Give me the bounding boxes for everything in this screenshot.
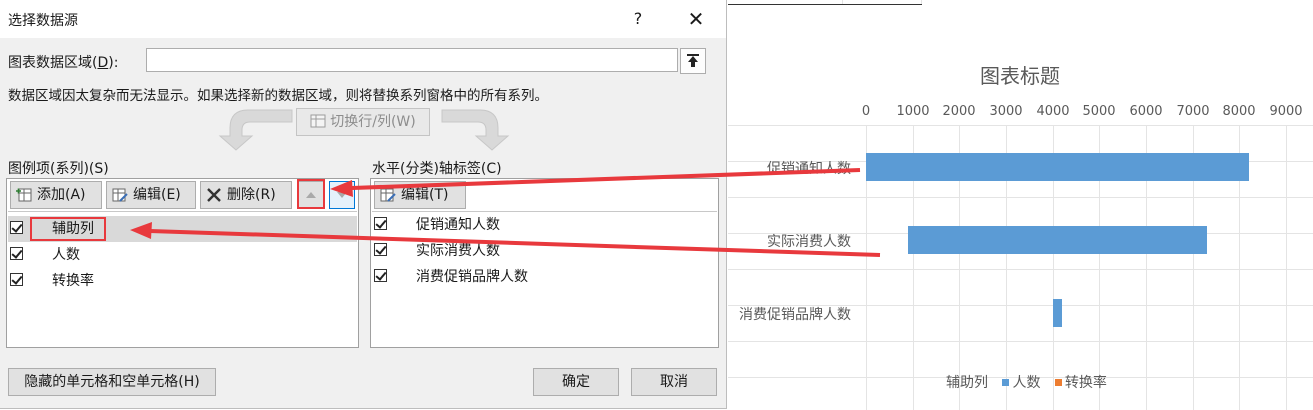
legend-item-helper: 辅助列 bbox=[946, 375, 988, 391]
series-item-checkbox[interactable] bbox=[10, 273, 23, 286]
chart-legend[interactable]: 辅助列 人数 转换率 bbox=[946, 372, 1107, 392]
x-tick-label: 6000 bbox=[1129, 104, 1163, 119]
curved-arrow-left-icon bbox=[218, 109, 293, 151]
edit-series-button[interactable]: 编辑(E) bbox=[106, 181, 196, 209]
edit-series-label: 编辑(E) bbox=[133, 187, 181, 203]
gridline-row bbox=[728, 341, 1313, 342]
x-tick-label: 5000 bbox=[1082, 104, 1116, 119]
axis-item-checkbox[interactable] bbox=[374, 243, 387, 256]
upload-arrow-icon bbox=[687, 54, 699, 67]
curved-arrow-right-icon bbox=[441, 109, 510, 151]
complex-range-warning: 数据区域因太复杂而无法显示。如果选择新的数据区域，则将替换系列窗格中的所有系列。 bbox=[8, 88, 548, 104]
gridline-row bbox=[728, 125, 1313, 126]
delete-x-icon bbox=[207, 188, 221, 202]
axis-item-label[interactable]: 促销通知人数 bbox=[416, 214, 500, 234]
cell-border bbox=[728, 4, 922, 5]
toolbar-divider bbox=[372, 211, 717, 212]
range-label-key: D bbox=[97, 55, 109, 71]
x-tick-label: 0 bbox=[861, 104, 871, 119]
triangle-down-icon bbox=[337, 192, 347, 198]
edit-axis-labels-button[interactable]: 编辑(T) bbox=[374, 181, 466, 209]
gridline-row bbox=[728, 197, 1313, 198]
range-label-suffix: ): bbox=[108, 55, 119, 71]
delete-series-label: 删除(R) bbox=[227, 187, 276, 203]
annotation-box-move-up bbox=[297, 179, 325, 209]
move-down-button[interactable] bbox=[329, 181, 355, 209]
x-tick-label: 1000 bbox=[896, 104, 930, 119]
series-panel-label: 图例项(系列)(S) bbox=[8, 161, 109, 177]
close-button[interactable]: ✕ bbox=[676, 4, 716, 34]
toolbar-divider bbox=[8, 211, 357, 212]
switch-row-column-button[interactable]: 切换行/列(W) bbox=[296, 108, 430, 136]
series-item-checkbox[interactable] bbox=[10, 221, 23, 234]
dialog-titlebar: 选择数据源 ? ✕ bbox=[0, 0, 726, 38]
edit-axis-labels-label: 编辑(T) bbox=[401, 187, 449, 203]
axis-item-checkbox[interactable] bbox=[374, 217, 387, 230]
dialog-title: 选择数据源 bbox=[8, 13, 78, 29]
hidden-empty-cells-button[interactable]: 隐藏的单元格和空单元格(H) bbox=[8, 368, 216, 396]
add-table-icon bbox=[16, 188, 32, 202]
legend-item-people: 人数 bbox=[1012, 375, 1041, 391]
legend-swatch-people bbox=[1002, 378, 1010, 386]
x-tick-label: 4000 bbox=[1036, 104, 1070, 119]
edit-table-icon bbox=[112, 188, 128, 202]
y-category-label: 促销通知人数 bbox=[767, 161, 851, 177]
series-item-label[interactable]: 转换率 bbox=[52, 270, 94, 290]
switch-grid-icon bbox=[310, 114, 326, 128]
range-label: 图表数据区域(D): bbox=[8, 52, 118, 72]
y-category-label: 消费促销品牌人数 bbox=[739, 307, 851, 323]
series-item-label[interactable]: 人数 bbox=[52, 244, 80, 264]
ok-button[interactable]: 确定 bbox=[533, 368, 619, 396]
gridline-row bbox=[728, 269, 1313, 270]
x-tick-label: 8000 bbox=[1222, 104, 1256, 119]
y-category-label: 实际消费人数 bbox=[767, 234, 851, 250]
select-data-source-dialog: 选择数据源 ? ✕ 图表数据区域(D): 数据区域因太复杂而无法显示。如果选择新… bbox=[0, 0, 727, 409]
axis-item-checkbox[interactable] bbox=[374, 269, 387, 282]
bar-people[interactable] bbox=[1053, 299, 1062, 327]
legend-item-conversion: 转换率 bbox=[1064, 375, 1107, 391]
annotation-box-helper-series bbox=[30, 217, 106, 241]
collapse-dialog-button[interactable] bbox=[680, 48, 706, 74]
x-tick-label: 3000 bbox=[989, 104, 1023, 119]
bar-people[interactable] bbox=[908, 226, 1207, 254]
delete-series-button[interactable]: 删除(R) bbox=[200, 181, 292, 209]
x-tick-label: 9000 bbox=[1269, 104, 1303, 119]
edit-table-icon bbox=[380, 188, 396, 202]
switch-row-column-label: 切换行/列(W) bbox=[330, 114, 416, 130]
x-tick-label: 7000 bbox=[1176, 104, 1210, 119]
series-item-checkbox[interactable] bbox=[10, 247, 23, 260]
cancel-button[interactable]: 取消 bbox=[631, 368, 717, 396]
gridline bbox=[1286, 125, 1287, 410]
axis-item-label[interactable]: 实际消费人数 bbox=[416, 240, 500, 260]
x-tick-label: 2000 bbox=[942, 104, 976, 119]
bar-people[interactable] bbox=[866, 153, 1249, 181]
help-button[interactable]: ? bbox=[622, 4, 654, 34]
axis-item-label[interactable]: 消费促销品牌人数 bbox=[416, 266, 528, 286]
add-series-label: 添加(A) bbox=[37, 187, 86, 203]
data-range-input[interactable] bbox=[146, 48, 678, 72]
add-series-button[interactable]: 添加(A) bbox=[10, 181, 102, 209]
legend-swatch-conversion bbox=[1054, 378, 1062, 386]
range-label-text: 图表数据区域( bbox=[8, 55, 98, 71]
axis-panel-label: 水平(分类)轴标签(C) bbox=[372, 161, 502, 177]
chart-title[interactable]: 图表标题 bbox=[920, 60, 1120, 89]
